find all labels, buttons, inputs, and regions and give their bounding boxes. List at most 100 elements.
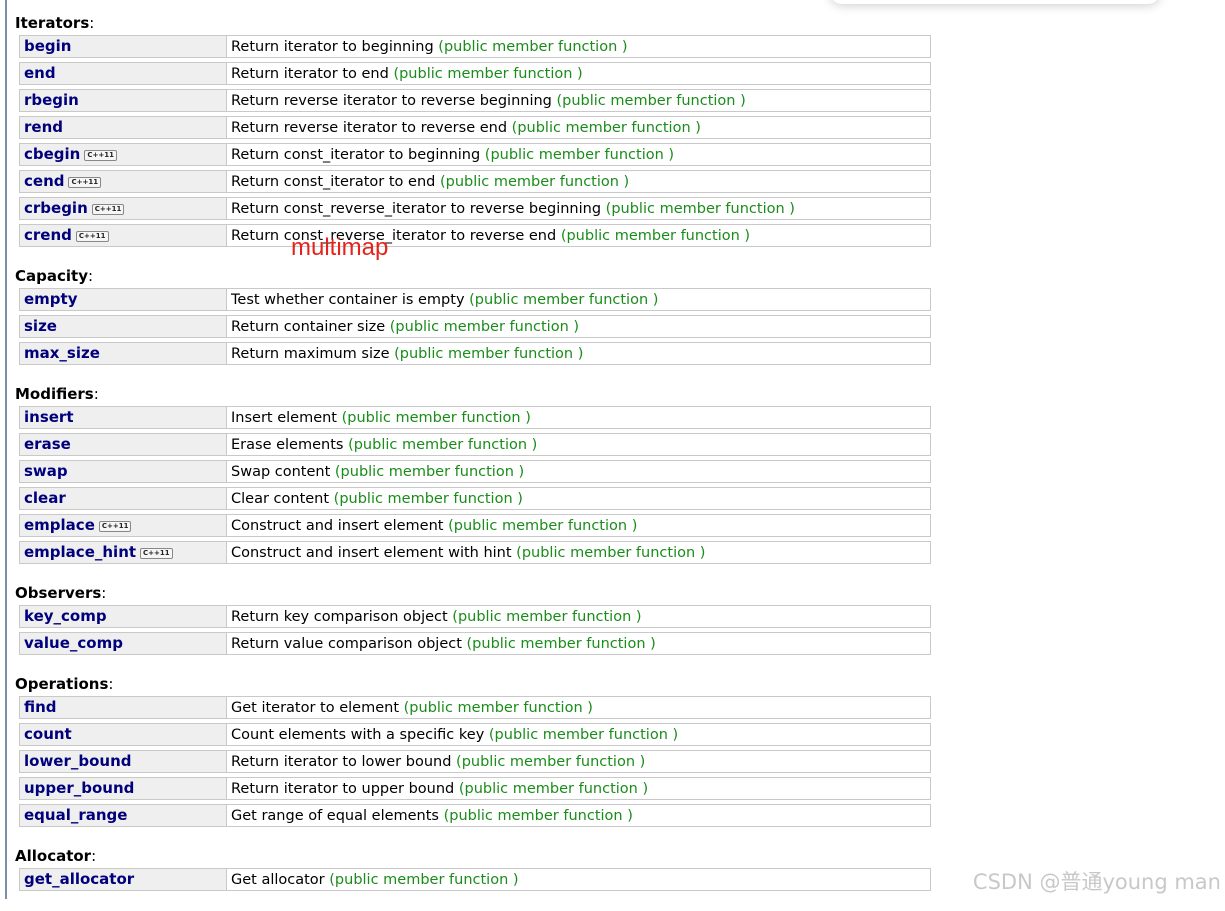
member-row-rend: rend Return reverse iterator to reverse e… [19,116,931,139]
member-link-size[interactable]: size [24,317,57,335]
member-description: Return iterator to beginning [231,38,434,55]
member-description: Return iterator to lower bound [231,753,452,770]
cpp11-badge-icon: C++11 [91,204,125,215]
member-type-label: (public member function ) [334,463,525,480]
member-link-equal-range[interactable]: equal_range [24,806,127,824]
member-table: insert Insert element (public member func… [19,402,931,568]
member-name-cell: insert [19,406,226,429]
member-name-cell: count [19,723,226,746]
section-title-colon: : [87,267,94,285]
member-link-get-allocator[interactable]: get_allocator [24,870,134,888]
member-row-cend: cend C++11 Return const_iterator to end (p… [19,170,931,193]
member-name-cell: get_allocator [19,868,226,891]
member-link-emplace-hint[interactable]: emplace_hint [24,543,136,561]
member-description: Count elements with a specific key [231,726,485,743]
member-link-value-comp[interactable]: value_comp [24,634,123,652]
section-iterators: Iterators: begin Return iterator to beginn… [15,14,935,251]
member-type-label: (public member function ) [556,92,746,109]
cpp11-badge-icon: C++11 [140,548,173,559]
member-description: Insert element [231,409,337,426]
member-link-emplace[interactable]: emplace [24,516,95,534]
left-border [5,0,7,899]
member-name-cell: emplace C++11 [19,514,226,537]
member-name-cell: begin [19,35,226,58]
member-row-swap: swap Swap content (public member function… [19,460,931,483]
member-description: Test whether container is empty [231,291,465,308]
member-functions-list: Iterators: begin Return iterator to beginn… [15,14,935,911]
member-name-cell: equal_range [19,804,226,827]
member-row-value-comp: value_comp Return value comparison object… [19,632,931,655]
member-type-label: (public member function ) [456,753,646,770]
member-link-swap[interactable]: swap [24,462,68,480]
member-type-label: (public member function ) [488,726,679,743]
member-description-cell: Swap content (public member function ) [226,460,931,483]
member-link-end[interactable]: end [24,64,56,82]
section-capacity: Capacity: empty Test whether container is … [15,267,935,369]
member-row-crbegin: crbegin C++11 Return const_reverse_iterato… [19,197,931,220]
member-link-upper-bound[interactable]: upper_bound [24,779,134,797]
member-description: Return const_iterator to beginning [231,146,481,163]
member-row-cbegin: cbegin C++11 Return const_iterator to begi… [19,143,931,166]
member-link-rbegin[interactable]: rbegin [24,91,79,109]
member-description-cell: Return value comparison object (public m… [226,632,931,655]
member-link-crbegin[interactable]: crbegin [24,199,88,217]
member-row-key-comp: key_comp Return key comparison object (pu… [19,605,931,628]
member-description: Construct and insert element with hint [231,544,512,561]
member-description: Return value comparison object [231,635,462,652]
member-description-cell: Return iterator to upper bound (public m… [226,777,931,800]
member-link-clear[interactable]: clear [24,489,66,507]
member-description: Return const_reverse_iterator to reverse… [231,200,602,217]
member-link-key-comp[interactable]: key_comp [24,607,107,625]
member-link-count[interactable]: count [24,725,72,743]
member-row-upper-bound: upper_bound Return iterator to upper boun… [19,777,931,800]
member-name-cell: rbegin [19,89,226,112]
member-link-begin[interactable]: begin [24,37,71,55]
cpp11-badge-icon: C++11 [84,150,117,161]
member-row-insert: insert Insert element (public member func… [19,406,931,429]
member-type-label: (public member function ) [516,544,706,561]
member-type-label: (public member function ) [439,173,630,190]
member-description-cell: Clear content (public member function ) [226,487,931,510]
member-link-cend[interactable]: cend [24,172,64,190]
member-description: Get iterator to element [231,699,400,716]
member-row-equal-range: equal_range Get range of equal elements (… [19,804,931,827]
member-name-cell: rend [19,116,226,139]
section-title-colon: : [89,14,95,32]
member-description: Clear content [231,490,330,507]
member-link-empty[interactable]: empty [24,290,78,308]
member-description: Get allocator [231,871,325,888]
member-link-crend[interactable]: crend [24,226,72,244]
member-link-find[interactable]: find [24,698,57,716]
member-row-erase: erase Erase elements (public member funct… [19,433,931,456]
section-title-text: Operations [15,675,109,693]
member-row-empty: empty Test whether container is empty (pu… [19,288,931,311]
member-link-lower-bound[interactable]: lower_bound [24,752,132,770]
member-link-insert[interactable]: insert [24,408,74,426]
member-description-cell: Return iterator to lower bound (public m… [226,750,931,773]
member-name-cell: emplace_hint C++11 [19,541,226,564]
member-description: Swap content [231,463,331,480]
member-type-label: (public member function ) [458,780,649,797]
member-type-label: (public member function ) [452,608,642,625]
member-link-erase[interactable]: erase [24,435,71,453]
popup-shadow [830,0,1160,4]
member-link-rend[interactable]: rend [24,118,63,136]
member-description-cell: Return key comparison object (public mem… [226,605,931,628]
member-description-cell: Construct and insert element with hint (… [226,541,931,564]
member-name-cell: clear [19,487,226,510]
member-row-clear: clear Clear content (public member functi… [19,487,931,510]
section-title-text: Capacity [15,267,88,285]
member-name-cell: swap [19,460,226,483]
member-link-max-size[interactable]: max_size [24,344,100,362]
member-type-label: (public member function ) [438,38,628,55]
member-description: Return const_reverse_iterator to reverse… [231,227,557,244]
section-title-text: Allocator [15,847,92,865]
member-description-cell: Return maximum size (public member funct… [226,342,931,365]
member-name-cell: upper_bound [19,777,226,800]
member-type-label: (public member function ) [393,65,583,82]
member-type-label: (public member function ) [333,490,523,507]
member-type-label: (public member function ) [469,291,659,308]
member-name-cell: empty [19,288,226,311]
member-description: Return const_iterator to end [231,173,436,190]
member-link-cbegin[interactable]: cbegin [24,145,80,163]
